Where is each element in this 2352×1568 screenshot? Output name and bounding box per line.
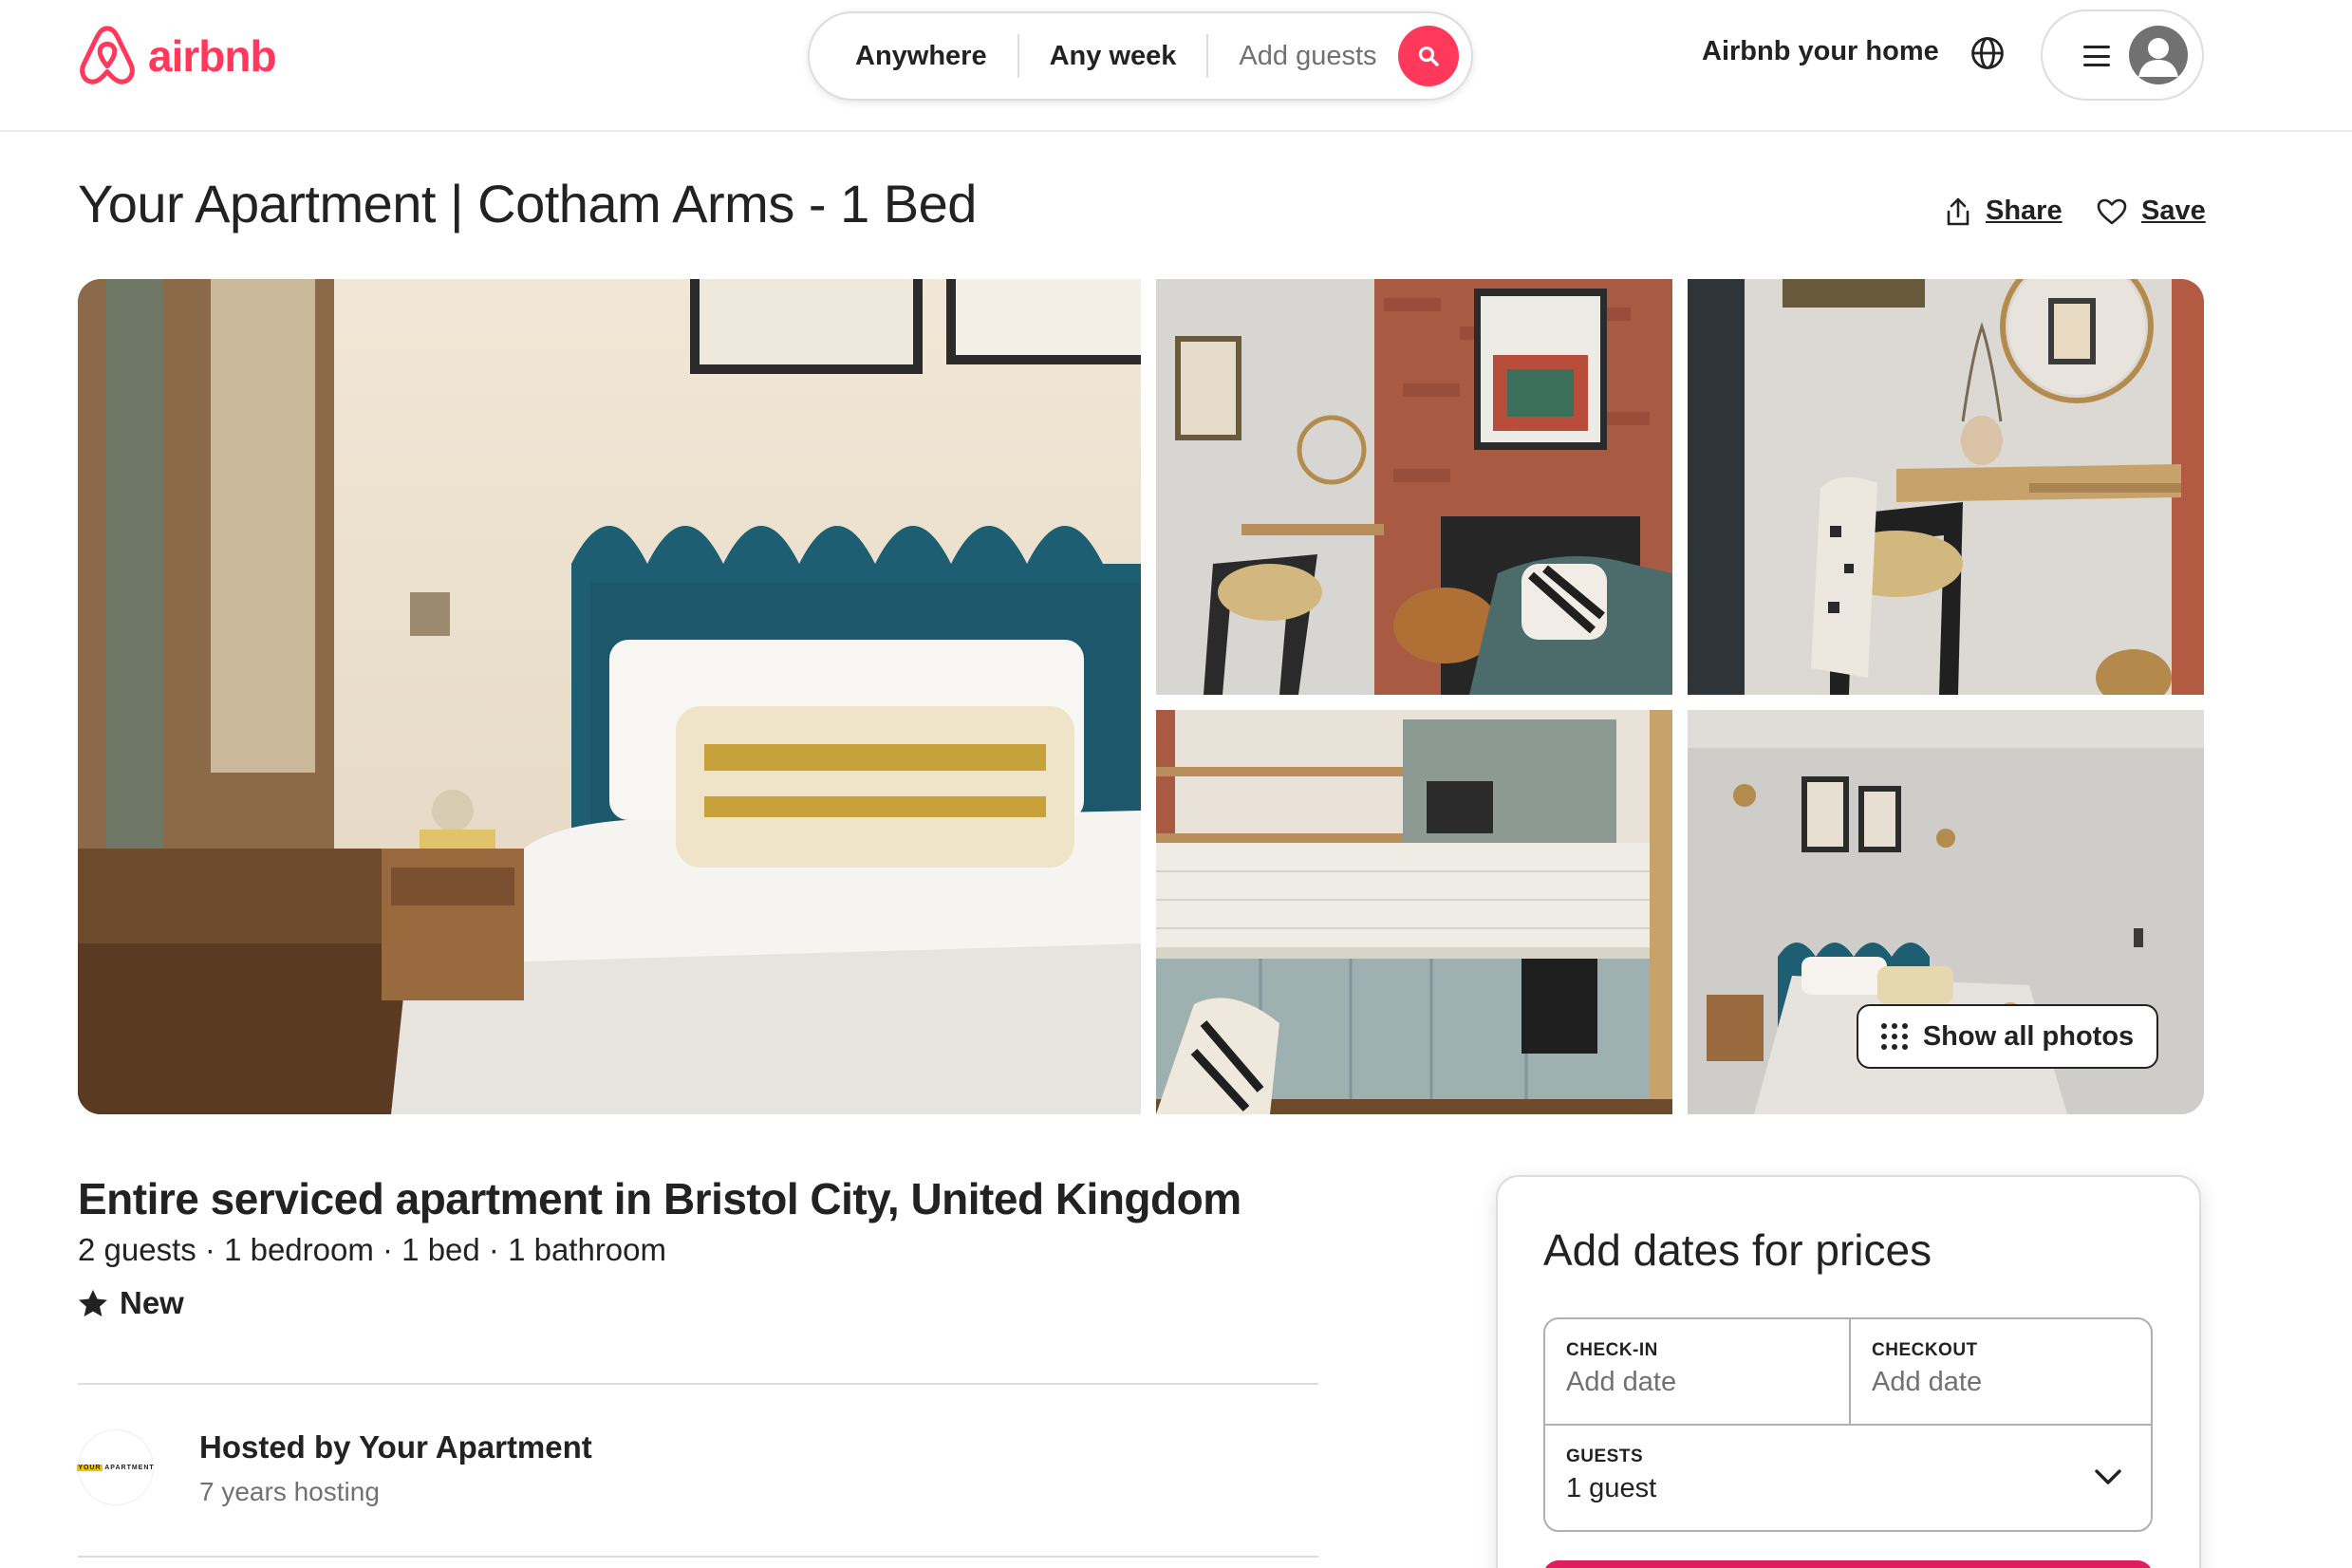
globe-icon[interactable] [1969, 35, 2006, 71]
save-label: Save [2141, 196, 2206, 226]
gallery-photo-desk-mirror[interactable] [1688, 279, 2204, 695]
gallery-photo-kitchen[interactable] [1156, 710, 1672, 1114]
checkin-field[interactable]: CHECK-IN Add date [1545, 1319, 1851, 1424]
star-icon [79, 1290, 107, 1316]
photo-gallery [78, 279, 2204, 1114]
save-button[interactable]: Save [2096, 196, 2206, 227]
share-button[interactable]: Share [1944, 196, 2063, 227]
share-icon [1947, 197, 1969, 225]
search-where-button[interactable]: Anywhere [810, 41, 1017, 72]
grid-dots-icon [1880, 1023, 1908, 1050]
section-divider [78, 1383, 1318, 1385]
checkout-label: CHECKOUT [1872, 1340, 1978, 1360]
airbnb-your-home-link[interactable]: Airbnb your home [1702, 36, 1939, 67]
search-icon [1418, 46, 1439, 66]
guests-value: 1 guest [1566, 1473, 1657, 1503]
top-navigation-bar: airbnb Anywhere Any week Add guests Airb… [0, 0, 2352, 132]
show-all-photos-button[interactable]: Show all photos [1857, 1004, 2158, 1069]
gallery-photo-desk-fireplace[interactable] [1156, 279, 1672, 695]
menu-icon [2083, 46, 2110, 66]
airbnb-logo[interactable]: airbnb [78, 25, 277, 87]
logo-wordmark: airbnb [148, 31, 277, 81]
main-photo[interactable] [78, 279, 1141, 1114]
listing-title: Your Apartment | Cotham Arms - 1 Bed [78, 174, 977, 233]
rating-badge: New [78, 1285, 184, 1321]
host-experience: 7 years hosting [199, 1477, 380, 1506]
section-divider [78, 1556, 1318, 1558]
booking-card-title: Add dates for prices [1543, 1225, 1932, 1275]
guests-field[interactable]: GUESTS 1 guest [1545, 1424, 2151, 1530]
checkout-value: Add date [1872, 1367, 1983, 1397]
user-menu-button[interactable] [2041, 9, 2204, 101]
reserve-button[interactable] [1543, 1560, 2153, 1568]
listing-type-location: Entire serviced apartment in Bristol Cit… [78, 1174, 1241, 1223]
host-avatar[interactable]: YOUR APARTMENT [77, 1429, 155, 1505]
booking-card: Add dates for prices CHECK-IN Add date C… [1496, 1175, 2201, 1568]
show-all-photos-label: Show all photos [1922, 1020, 2135, 1052]
checkin-label: CHECK-IN [1566, 1340, 1658, 1360]
checkin-value: Add date [1566, 1367, 1677, 1397]
search-bar[interactable]: Anywhere Any week Add guests [808, 11, 1473, 101]
user-avatar-icon [2129, 26, 2188, 84]
guests-label: GUESTS [1566, 1447, 1644, 1466]
search-submit-button[interactable] [1398, 26, 1459, 86]
airbnb-logo-icon [80, 26, 135, 84]
checkout-field[interactable]: CHECKOUT Add date [1851, 1319, 2153, 1424]
share-label: Share [1986, 196, 2063, 226]
listing-details: 2 guests · 1 bedroom · 1 bed · 1 bathroo… [78, 1232, 667, 1267]
booking-date-guest-picker: CHECK-IN Add date CHECKOUT Add date GUES… [1543, 1317, 2153, 1532]
search-guests-button[interactable]: Add guests [1208, 41, 1407, 72]
heart-icon [2097, 198, 2127, 224]
chevron-down-icon [2095, 1469, 2121, 1484]
rating-label: New [120, 1285, 184, 1320]
host-name: Hosted by Your Apartment [199, 1429, 592, 1465]
host-avatar-logo: YOUR APARTMENT [77, 1464, 155, 1471]
search-when-button[interactable]: Any week [1019, 41, 1207, 72]
